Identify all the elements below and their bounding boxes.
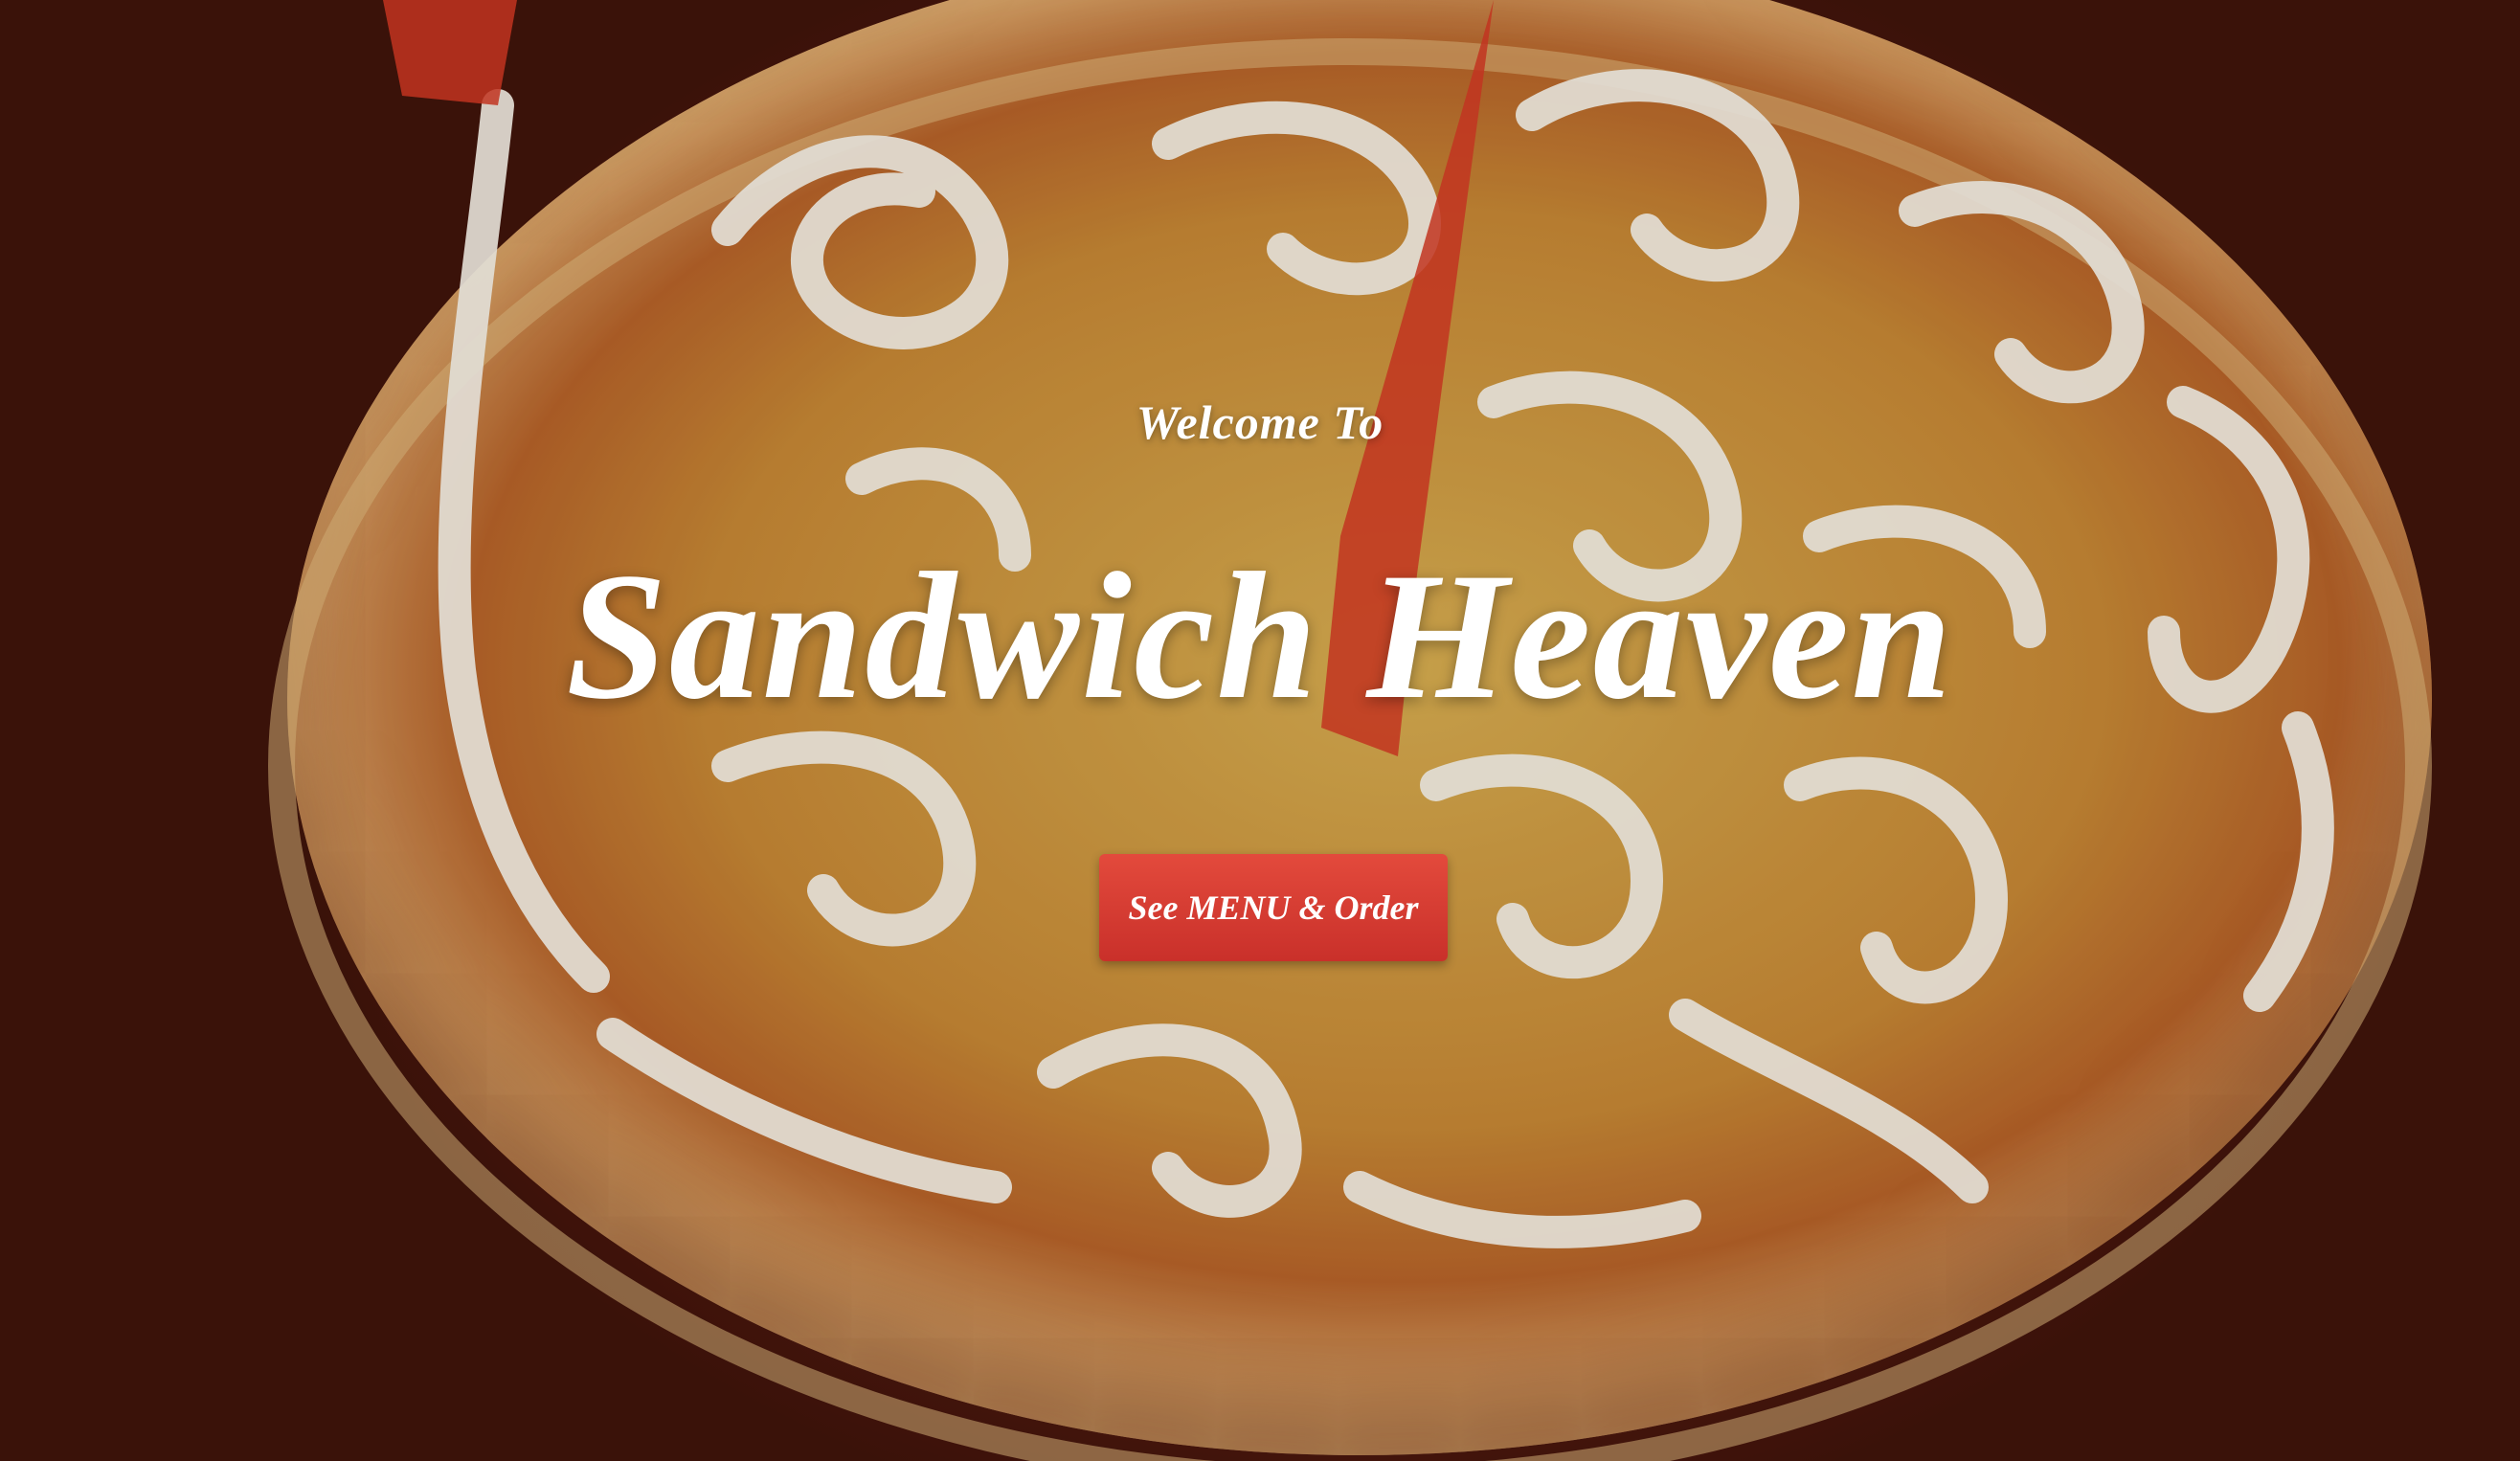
hero-section: Welcome To Sandwich Heaven See MENU & Or… bbox=[0, 0, 2520, 1461]
page-title: Sandwich Heaven bbox=[566, 536, 1954, 737]
welcome-text: Welcome To bbox=[1136, 395, 1384, 449]
hero-content: Welcome To Sandwich Heaven See MENU & Or… bbox=[0, 0, 2520, 1461]
see-menu-order-button[interactable]: See MENU & Order bbox=[1099, 854, 1448, 961]
